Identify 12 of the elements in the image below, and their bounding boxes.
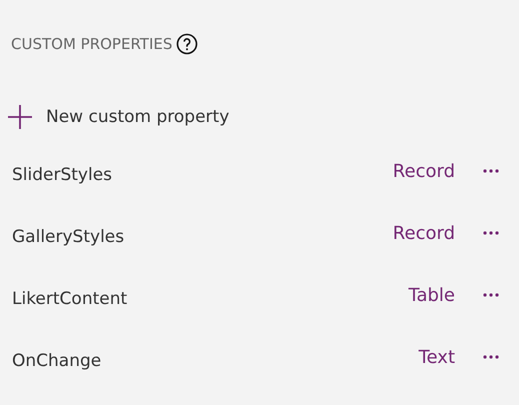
plus-icon xyxy=(6,103,34,131)
new-property-button[interactable]: New custom property xyxy=(6,104,230,130)
property-type[interactable]: Record xyxy=(392,222,455,244)
property-type[interactable]: Record xyxy=(392,160,455,182)
property-name[interactable]: LikertContent xyxy=(0,289,408,309)
property-type[interactable]: Text xyxy=(418,346,455,368)
help-icon[interactable] xyxy=(176,33,198,55)
property-type[interactable]: Table xyxy=(408,284,455,306)
property-name[interactable]: GalleryStyles xyxy=(0,227,393,247)
property-name[interactable]: OnChange xyxy=(0,351,419,371)
section-title: CUSTOM PROPERTIES xyxy=(11,35,172,53)
property-name[interactable]: SliderStyles xyxy=(0,165,393,185)
